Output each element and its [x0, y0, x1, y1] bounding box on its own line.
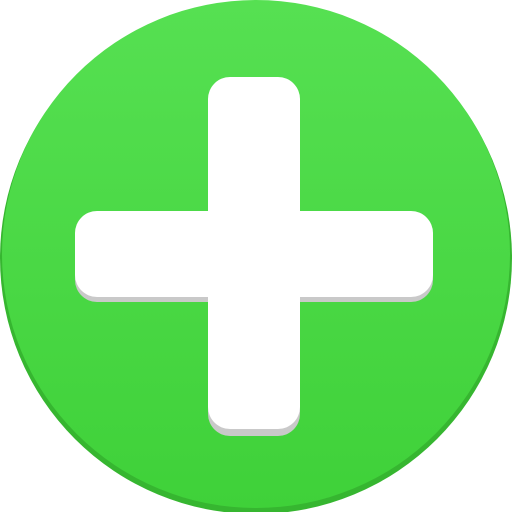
plus-icon[interactable]	[0, 0, 512, 512]
icon-canvas	[0, 0, 512, 512]
